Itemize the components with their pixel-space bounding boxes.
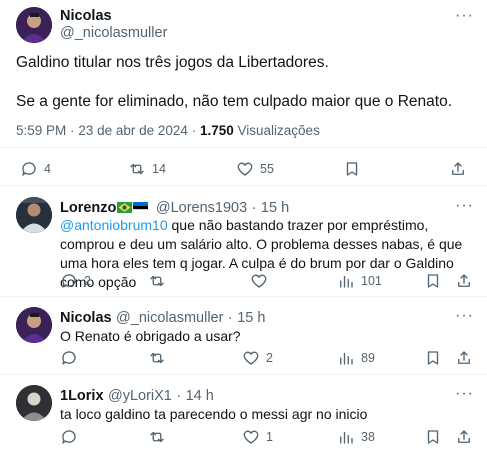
retweet-button[interactable]: 14	[128, 160, 166, 178]
reply-header: Nicolas @_nicolasmuller · 15 h	[60, 309, 265, 327]
divider	[0, 185, 487, 186]
bookmark-button[interactable]	[424, 272, 442, 290]
reply-author-handle[interactable]: @Lorens1903	[156, 200, 247, 216]
retweet-button[interactable]	[148, 272, 166, 290]
reply-time[interactable]: 15 h	[237, 310, 265, 326]
meta-separator: ·	[191, 123, 197, 138]
tweet-meta: 5:59 PM · 23 de abr de 2024 · 1.750 Visu…	[16, 123, 320, 138]
author-avatar[interactable]	[16, 7, 52, 43]
views-button[interactable]: 38	[337, 428, 375, 446]
bookmark-icon	[427, 274, 439, 288]
reply-count: 2	[84, 274, 91, 288]
views-count: 101	[361, 274, 382, 288]
like-icon	[237, 162, 253, 176]
share-button[interactable]	[455, 349, 473, 367]
more-icon[interactable]: ···	[455, 7, 474, 25]
like-button[interactable]: 55	[236, 160, 274, 178]
share-button[interactable]	[455, 272, 473, 290]
brazil-flag-icon	[117, 202, 133, 213]
tweet-text-paragraph-2: Se a gente for eliminado, não tem culpad…	[16, 93, 452, 110]
estonia-flag-icon	[133, 202, 149, 213]
reply-time[interactable]: 14 h	[186, 388, 214, 404]
views-icon	[340, 275, 353, 288]
views-count: 38	[361, 430, 375, 444]
reply-author-handle[interactable]: @_nicolasmuller	[116, 310, 223, 326]
author-name[interactable]: Nicolas	[60, 8, 112, 24]
reply-header: Lorenzo @Lorens1903 · 15 h	[60, 199, 289, 217]
divider	[0, 374, 487, 375]
meta-separator: ·	[70, 123, 75, 138]
reply-button[interactable]: 2	[60, 272, 91, 290]
reply-text: ta loco galdino ta parecendo o messi agr…	[60, 406, 368, 422]
share-button[interactable]	[449, 160, 467, 178]
reply-button[interactable]	[60, 428, 78, 446]
more-icon[interactable]: ···	[455, 307, 474, 325]
retweet-icon	[150, 352, 164, 364]
like-icon	[243, 430, 259, 444]
views-icon	[340, 352, 353, 365]
reply-avatar[interactable]	[16, 385, 52, 421]
reply-button[interactable]	[60, 349, 78, 367]
reply-author-handle[interactable]: @yLoriX1	[108, 388, 172, 404]
share-icon	[458, 430, 470, 443]
reply-avatar[interactable]	[16, 197, 52, 233]
views-count: 1.750	[199, 123, 234, 138]
retweet-icon	[130, 163, 144, 175]
like-icon	[243, 351, 259, 365]
reply-author-name[interactable]: Lorenzo	[60, 200, 116, 216]
divider	[0, 147, 487, 148]
retweet-button[interactable]	[148, 428, 166, 446]
reply-avatar[interactable]	[16, 307, 52, 343]
tweet-time[interactable]: 5:59 PM	[16, 123, 66, 138]
like-button[interactable]: 2	[242, 349, 273, 367]
like-count: 55	[260, 162, 274, 176]
reply-text: O Renato é obrigado a usar?	[60, 328, 241, 344]
views-label: Visualizações	[237, 123, 320, 138]
share-button[interactable]	[455, 428, 473, 446]
retweet-count: 14	[152, 162, 166, 176]
share-icon	[458, 274, 470, 287]
tweet-text-paragraph-1: Galdino titular nos três jogos da Libert…	[16, 54, 329, 71]
reply-text: @antoniobrum10 que não bastando trazer p…	[60, 216, 478, 292]
reply-separator: ·	[251, 200, 257, 216]
reply-author-name[interactable]: 1Lorix	[60, 388, 104, 404]
reply-icon	[62, 351, 76, 365]
reply-separator: ·	[176, 388, 182, 404]
bookmark-button[interactable]	[424, 349, 442, 367]
reply-count: 4	[44, 162, 51, 176]
views-button[interactable]: 101	[337, 272, 382, 290]
like-button[interactable]	[250, 272, 268, 290]
views-icon	[340, 431, 353, 444]
more-icon[interactable]: ···	[455, 197, 474, 215]
bookmark-icon	[346, 162, 358, 176]
mention-link[interactable]: @antoniobrum10	[60, 217, 168, 233]
bookmark-icon	[427, 351, 439, 365]
reply-time[interactable]: 15 h	[261, 200, 289, 216]
retweet-icon	[150, 431, 164, 443]
bookmark-icon	[427, 430, 439, 444]
share-icon	[452, 162, 464, 175]
reply-author-name[interactable]: Nicolas	[60, 310, 112, 326]
retweet-icon	[150, 275, 164, 287]
author-handle[interactable]: @_nicolasmuller	[60, 25, 167, 41]
reply-button[interactable]: 4	[20, 160, 51, 178]
tweet-date[interactable]: 23 de abr de 2024	[78, 123, 188, 138]
reply-icon	[22, 162, 36, 176]
divider	[0, 296, 487, 297]
reply-separator: ·	[227, 310, 233, 326]
reply-icon	[62, 430, 76, 444]
like-count: 1	[266, 430, 273, 444]
views-button[interactable]: 89	[337, 349, 375, 367]
retweet-button[interactable]	[148, 349, 166, 367]
more-icon[interactable]: ···	[455, 385, 474, 403]
like-button[interactable]: 1	[242, 428, 273, 446]
reply-icon	[62, 274, 76, 288]
share-icon	[458, 351, 470, 364]
like-count: 2	[266, 351, 273, 365]
reply-header: 1Lorix @yLoriX1 · 14 h	[60, 387, 214, 405]
like-icon	[251, 274, 267, 288]
views-count: 89	[361, 351, 375, 365]
bookmark-button[interactable]	[343, 160, 361, 178]
bookmark-button[interactable]	[424, 428, 442, 446]
